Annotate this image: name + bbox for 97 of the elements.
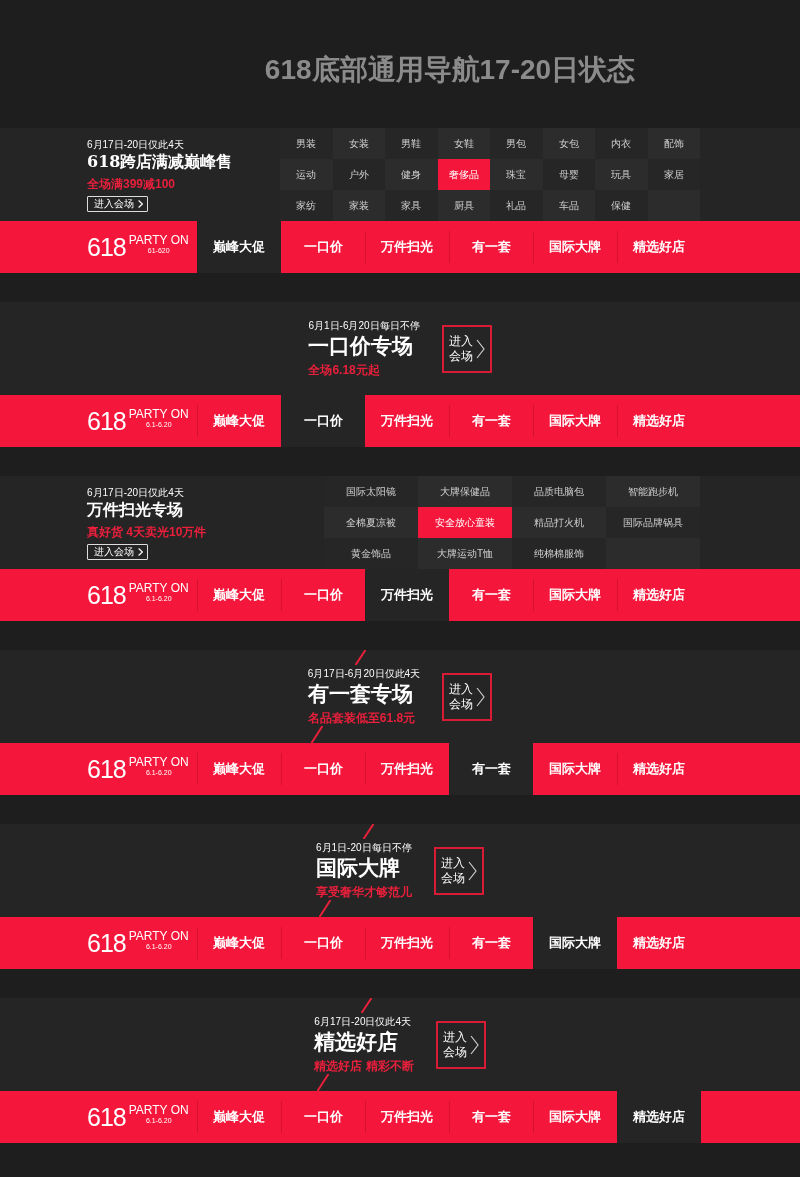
nav-tab[interactable]: 国际大牌 (533, 917, 617, 969)
promo-headline: 618跨店满减巅峰售 (87, 150, 233, 173)
nav-tab[interactable]: 一口价 (281, 569, 365, 621)
nav-tab[interactable]: 一口价 (281, 743, 365, 795)
logo-number: 618 (87, 929, 126, 957)
chevron-icon (138, 547, 143, 556)
nav-tab[interactable]: 万件扫光 (365, 743, 449, 795)
promo-offer: 全场6.18元起 (308, 362, 380, 378)
promo-headline: 一口价专场 (308, 332, 414, 359)
category-link[interactable]: 运动 (280, 159, 333, 190)
nav-tab[interactable]: 万件扫光 (365, 917, 449, 969)
logo-slogan: PARTY ON (128, 407, 189, 421)
category-link[interactable]: 厨具 (437, 190, 490, 221)
logo-slogan: PARTY ON (128, 581, 189, 595)
promo-headline: 有一套专场 (307, 680, 413, 707)
nav-tab[interactable]: 有一套 (449, 221, 533, 273)
promo-headline: 国际大牌 (316, 854, 400, 881)
enter-venue-button[interactable]: 进入会场 (87, 195, 148, 212)
promo-date: 6月1日-20日每日不停 (316, 841, 412, 854)
logo-number: 618 (87, 1103, 126, 1131)
enter-venue-button[interactable]: 进入会场 (87, 543, 148, 560)
nav-tab[interactable]: 有一套 (449, 743, 533, 795)
nav-tab[interactable]: 巅峰大促 (197, 569, 281, 621)
category-link[interactable]: 女包 (542, 128, 595, 159)
category-link[interactable]: 玩具 (595, 159, 648, 190)
nav-tab[interactable]: 巅峰大促 (197, 221, 281, 273)
enter-venue-button[interactable]: 进入会场 (442, 672, 493, 721)
nav-tab[interactable]: 有一套 (449, 395, 533, 447)
promo-date: 6月17日-6月20日仅此4天 (307, 667, 421, 680)
logo-slogan: PARTY ON (128, 233, 189, 247)
page-title: 618底部通用导航17-20日状态 (263, 53, 637, 87)
nav-tab[interactable]: 国际大牌 (533, 221, 617, 273)
nav-tab[interactable]: 精选好店 (617, 569, 701, 621)
nav-tab[interactable]: 巅峰大促 (197, 395, 281, 447)
nav-tab[interactable]: 精选好店 (617, 743, 701, 795)
nav-tab[interactable]: 有一套 (449, 569, 533, 621)
category-link[interactable]: 大牌保健品 (418, 476, 512, 507)
chevron-icon (469, 1034, 479, 1055)
nav-tab[interactable]: 精选好店 (617, 221, 701, 273)
category-link[interactable]: 健身 (385, 159, 438, 190)
promo-offer: 精选好店 精彩不断 (314, 1058, 414, 1074)
nav-tab[interactable]: 万件扫光 (365, 1091, 449, 1143)
category-link[interactable]: 大牌运动T恤 (418, 538, 512, 569)
promo-headline: 万件扫光专场 (87, 498, 183, 521)
promo-date: 6月1日-6月20日每日不停 (308, 319, 420, 332)
nav-tab[interactable]: 万件扫光 (365, 395, 449, 447)
logo-slogan: PARTY ON (128, 929, 189, 943)
logo-slogan: PARTY ON (128, 1103, 189, 1117)
nav-tab[interactable]: 有一套 (449, 1091, 533, 1143)
nav-tab[interactable]: 巅峰大促 (197, 917, 281, 969)
promo-offer: 名品套装低至61.8元 (307, 710, 416, 726)
promo-offer: 真好货 4天卖光10万件 (87, 523, 207, 540)
nav-tab[interactable]: 一口价 (281, 395, 365, 447)
category-link[interactable]: 智能跑步机 (606, 476, 700, 507)
chevron-icon (475, 338, 485, 359)
nav-tab[interactable]: 一口价 (281, 917, 365, 969)
nav-tab[interactable]: 国际大牌 (533, 569, 617, 621)
category-link[interactable]: 珠宝 (490, 159, 543, 190)
nav-tab[interactable]: 精选好店 (617, 1091, 701, 1143)
chevron-icon (138, 199, 143, 208)
category-link[interactable]: 家装 (332, 190, 385, 221)
category-link[interactable]: 奢侈品 (437, 159, 490, 190)
enter-venue-button[interactable]: 进入会场 (435, 1020, 486, 1069)
category-link[interactable]: 安全放心童装 (418, 507, 512, 538)
nav-tab[interactable]: 万件扫光 (365, 569, 449, 621)
nav-tab[interactable]: 万件扫光 (365, 221, 449, 273)
promo-offer: 享受奢华才够范儿 (316, 884, 412, 900)
enter-venue-button[interactable]: 进入会场 (434, 846, 484, 895)
nav-tab[interactable]: 国际大牌 (533, 395, 617, 447)
nav-tab[interactable]: 精选好店 (617, 917, 701, 969)
category-link[interactable]: 女装 (332, 128, 385, 159)
nav-tab[interactable]: 有一套 (449, 917, 533, 969)
category-link[interactable]: 女鞋 (437, 128, 490, 159)
logo-number: 618 (87, 581, 126, 609)
nav-tab[interactable]: 精选好店 (617, 395, 701, 447)
category-link[interactable]: 配饰 (647, 128, 700, 159)
logo-number: 618 (87, 233, 126, 261)
category-link[interactable]: 精品打火机 (512, 507, 606, 538)
logo-number: 618 (87, 407, 126, 435)
category-link[interactable]: 全棉夏凉被 (324, 507, 418, 538)
chevron-icon (468, 860, 478, 881)
nav-tab[interactable]: 国际大牌 (533, 743, 617, 795)
nav-tab[interactable]: 巅峰大促 (197, 743, 281, 795)
enter-venue-button[interactable]: 进入会场 (441, 324, 492, 373)
promo-date: 6月17日-20日仅此4天 (87, 137, 184, 151)
promo-date: 6月17日-20日仅此4天 (87, 485, 184, 499)
nav-tab[interactable]: 一口价 (281, 1091, 365, 1143)
nav-tab[interactable]: 国际大牌 (533, 1091, 617, 1143)
promo-offer: 全场满399减100 (87, 175, 176, 192)
nav-tab[interactable]: 巅峰大促 (197, 1091, 281, 1143)
category-link[interactable]: 车品 (542, 190, 595, 221)
logo-number: 618 (87, 755, 126, 783)
promo-headline: 精选好店 (314, 1028, 399, 1055)
nav-tab[interactable]: 一口价 (281, 221, 365, 273)
logo-slogan: PARTY ON (128, 755, 189, 769)
chevron-icon (476, 686, 486, 707)
promo-date: 6月17日-20日仅此4天 (314, 1015, 412, 1028)
